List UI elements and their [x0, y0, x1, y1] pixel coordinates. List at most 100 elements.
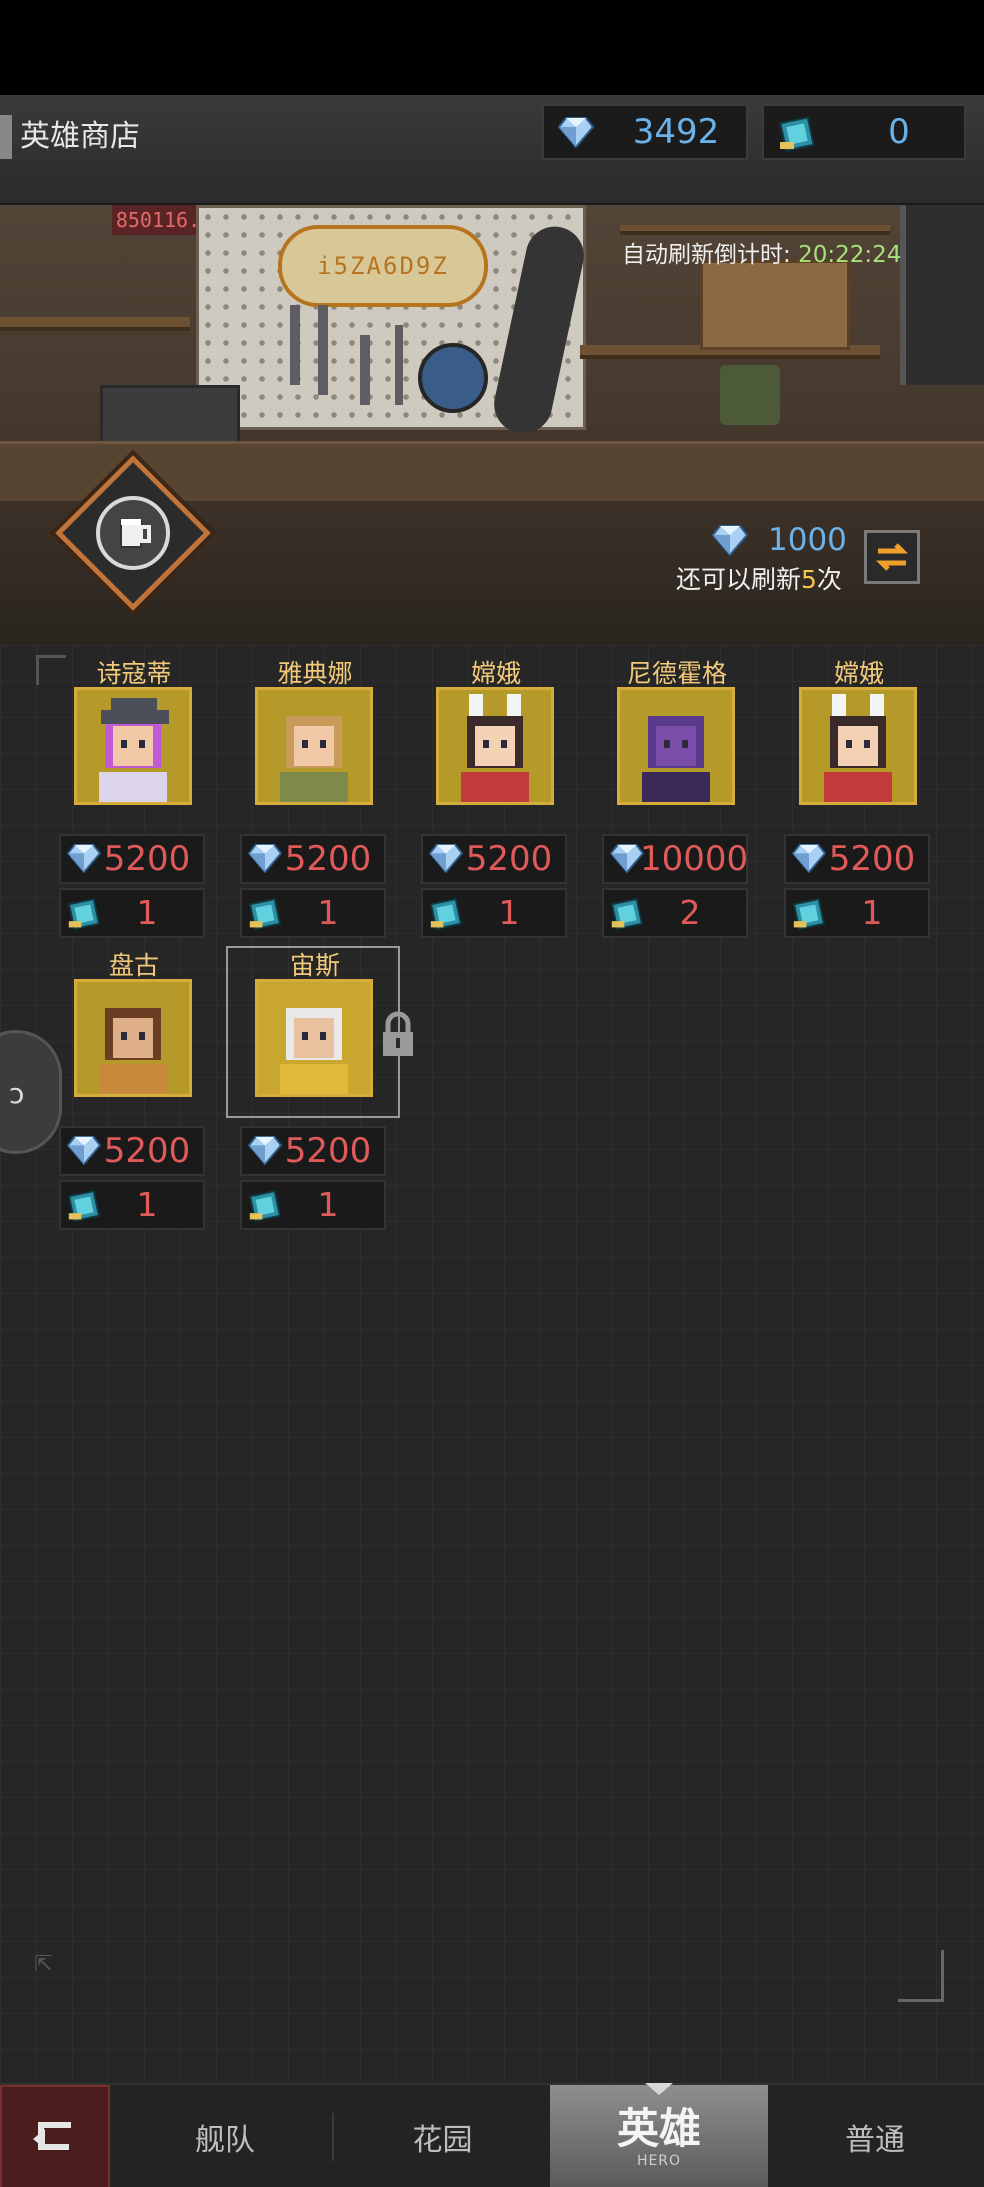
hero-shop-emblem	[44, 455, 220, 620]
hero-card[interactable]: 雅典娜 5200 1	[240, 654, 390, 938]
ticket-scroll-icon	[249, 1190, 281, 1222]
hero-portrait[interactable]	[617, 687, 735, 805]
side-drawer-handle[interactable]: ↄ	[0, 1030, 62, 1154]
auto-refresh-timer: 自动刷新倒计时: 20:22:24	[622, 235, 901, 269]
ticket-scroll-icon	[793, 898, 825, 930]
ticket-scroll-icon	[68, 898, 100, 930]
refresh-remaining-count: 5	[801, 565, 817, 594]
screwdriver-tool	[395, 325, 403, 405]
refresh-button[interactable]	[864, 530, 920, 584]
window	[900, 205, 984, 385]
ticket-scroll-icon	[779, 116, 815, 152]
gem-icon	[610, 843, 644, 873]
ticket-price-button[interactable]: 2	[602, 888, 748, 938]
hero-portrait[interactable]	[74, 687, 192, 805]
tab-garden[interactable]: 花园	[355, 2085, 530, 2187]
gem-price: 5200	[284, 839, 372, 879]
pegboard-sign: i5ZA6D9Z	[278, 225, 488, 307]
gem-price: 5200	[284, 1131, 372, 1171]
gem-icon	[429, 843, 463, 873]
mug-icon	[120, 519, 151, 548]
tab-divider	[332, 2113, 334, 2161]
gem-price: 5200	[103, 839, 191, 879]
ticket-price-button[interactable]: 1	[784, 888, 930, 938]
hero-name: 嫦娥	[470, 659, 521, 688]
refresh-remaining-prefix: 还可以刷新	[676, 565, 802, 594]
hero-card[interactable]: 诗寇蒂 5200 1	[59, 654, 209, 938]
ticket-price-button[interactable]: 1	[59, 888, 205, 938]
ticket-price: 1	[861, 893, 883, 932]
return-arrow-icon	[33, 2122, 71, 2150]
gem-balance-value: 3492	[632, 112, 720, 152]
corner-decoration	[898, 1950, 944, 2002]
wrench-tool	[290, 305, 300, 385]
timer-value: 20:22:24	[798, 242, 902, 268]
ticket-price: 1	[317, 893, 339, 932]
gem-price-button[interactable]: 5200	[59, 834, 205, 884]
shelf-top	[620, 225, 890, 235]
hero-name: 尼德霍格	[626, 659, 727, 688]
gem-price: 5200	[103, 1131, 191, 1171]
gem-price-button[interactable]: 5200	[59, 1126, 205, 1176]
hero-card[interactable]: 嫦娥 5200 1	[421, 654, 571, 938]
hero-portrait[interactable]	[799, 687, 917, 805]
hero-name: 雅典娜	[277, 659, 353, 688]
ticket-price: 1	[498, 893, 520, 932]
wrench-tool	[318, 305, 328, 395]
ticket-price: 2	[679, 893, 701, 932]
ticket-price-button[interactable]: 1	[240, 1180, 386, 1230]
hammer-tool	[360, 335, 370, 405]
hero-name: 嫦娥	[833, 659, 884, 688]
tab-hero-sublabel: HERO	[636, 2153, 682, 2169]
gem-price-button[interactable]: 5200	[240, 1126, 386, 1176]
hero-card[interactable]: 盘古 5200 1	[59, 946, 209, 1230]
refresh-arrows-icon	[875, 543, 909, 571]
drawer-arrow-icon: ↄ	[9, 1077, 25, 1110]
gem-price-button[interactable]: 5200	[240, 834, 386, 884]
lock-icon[interactable]	[378, 1010, 418, 1060]
selected-hero-frame	[226, 946, 400, 1118]
gem-price-button[interactable]: 5200	[421, 834, 567, 884]
refresh-remaining-suffix: 次	[816, 565, 842, 594]
gem-balance[interactable]: 3492	[542, 104, 748, 160]
page-title: 英雄商店	[20, 119, 140, 154]
ticket-price-button[interactable]: 1	[240, 888, 386, 938]
emblem-core	[96, 496, 170, 570]
hero-name: 盘古	[108, 951, 159, 980]
ticket-scroll-icon	[611, 898, 643, 930]
status-bar	[0, 0, 984, 95]
refresh-remaining: 还可以刷新5次	[676, 560, 842, 596]
gem-price-button[interactable]: 5200	[784, 834, 930, 884]
shelf-left	[0, 317, 190, 331]
header-accent	[0, 115, 12, 159]
ticket-price: 1	[136, 1185, 158, 1224]
active-tab-indicator	[645, 2083, 673, 2095]
gem-price-button[interactable]: 10000	[602, 834, 748, 884]
gem-icon	[248, 1135, 282, 1165]
ticket-scroll-icon	[430, 898, 462, 930]
hero-card[interactable]: 尼德霍格 10000 2	[602, 654, 752, 938]
ticket-price-button[interactable]: 1	[59, 1180, 205, 1230]
ticket-scroll-icon	[68, 1190, 100, 1222]
gem-icon	[67, 843, 101, 873]
tab-hero[interactable]: 英雄 HERO	[550, 2085, 768, 2187]
hero-card[interactable]: 嫦娥 5200 1	[784, 654, 934, 938]
refresh-cost-value: 1000	[768, 522, 847, 558]
bottom-navigation: 舰队 花园 英雄 HERO 普通	[0, 2083, 984, 2187]
tab-fleet[interactable]: 舰队	[140, 2085, 310, 2187]
gem-icon	[67, 1135, 101, 1165]
hero-portrait[interactable]	[436, 687, 554, 805]
ticket-price-button[interactable]: 1	[421, 888, 567, 938]
red-sign: 850116.	[112, 205, 204, 235]
gem-price: 10000	[640, 839, 749, 879]
tab-normal[interactable]: 普通	[790, 2085, 960, 2187]
hero-portrait[interactable]	[255, 687, 373, 805]
back-button[interactable]	[0, 2085, 110, 2187]
ticket-balance[interactable]: 0	[762, 104, 966, 160]
hero-portrait[interactable]	[74, 979, 192, 1097]
tab-hero-label: 英雄	[616, 2104, 701, 2153]
gem-price: 5200	[465, 839, 553, 879]
gem-price: 5200	[828, 839, 916, 879]
map-board	[700, 260, 850, 350]
ticket-price: 1	[136, 893, 158, 932]
